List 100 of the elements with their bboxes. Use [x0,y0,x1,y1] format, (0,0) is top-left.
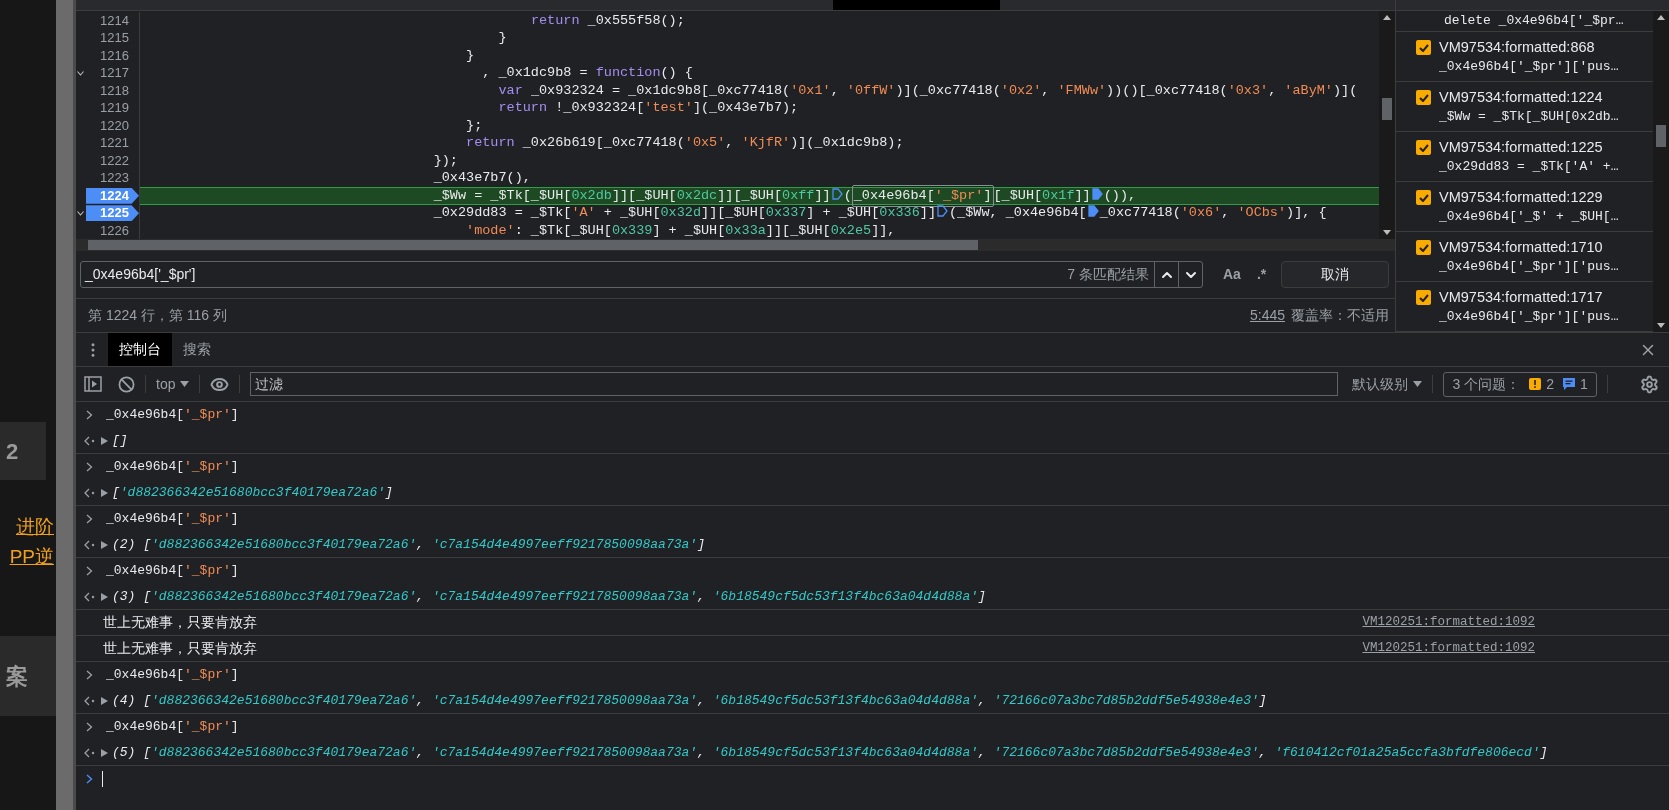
expand-triangle-icon[interactable] [101,436,108,445]
scroll-up-arrow-icon[interactable] [1383,15,1391,20]
line-number[interactable]: 1214 [85,12,139,29]
line-number[interactable]: 1218 [85,82,139,99]
line-number[interactable]: 1215 [85,30,139,47]
breakpoint-checkbox[interactable] [1416,140,1431,155]
vertical-scrollbar[interactable] [1653,11,1669,332]
console-log-message: 世上无难事，只要肯放弃 [103,613,257,632]
line-number[interactable]: 1221 [85,135,139,152]
coverage-status: 覆盖率：不适用 [1291,306,1389,325]
line-number[interactable]: 1219 [85,100,139,117]
regex-toggle[interactable]: .* [1256,264,1267,285]
scroll-thumb[interactable] [1656,125,1666,147]
settings-icon[interactable] [1640,374,1659,394]
chevron-right-icon [86,566,93,576]
console-result: [] [112,431,128,450]
console-result: (5) ['d882366342e51680bcc3f40179ea72a6', 'c7a154d4e4997eeff9217850098aa73a', '6b18549cf5dc53f13f4bc63a04d4d88a', '72166c07a3bc7d85b2ddf5e54938e4e3', 'f610412cf01a25a5ccfa3bfdfe806ecd'] [112,743,1548,762]
line-number[interactable]: 1222 [85,152,139,169]
breakpoint-location[interactable]: VM97534:formatted:868 [1439,37,1619,57]
code-text: var _0x932324 = _0x1dc9b8[_0xc77418('0x1', '0ffW')](_0xc77418('0x2', 'FMWw'))()[_0xc77418('0x3', 'aByM')]( [498,81,1358,100]
scroll-down-arrow-icon[interactable] [1657,323,1665,328]
scroll-up-arrow-icon[interactable] [1657,15,1665,20]
breakpoint-location[interactable]: VM97534:formatted:1717 [1439,287,1619,307]
inline-breakpoint-icon[interactable] [1091,187,1103,200]
horizontal-scrollbar[interactable] [76,239,1395,251]
console-result: (3) ['d882366342e51680bcc3f40179ea72a6', 'c7a154d4e4997eeff9217850098aa73a', '6b18549cf5dc53f13f4bc63a04d4d88a'] [112,587,986,606]
scroll-thumb[interactable] [1382,98,1392,120]
breakpoint-code: _0x29dd83 = _$Tk['A' +… [1439,158,1619,176]
line-number[interactable]: 1216 [85,47,139,64]
expand-triangle-icon[interactable] [101,748,108,757]
return-arrow-icon [84,747,95,758]
breakpoint-checkbox[interactable] [1416,290,1431,305]
line-number[interactable]: 1223 [85,170,139,187]
message-icon [1561,377,1576,391]
vertical-scrollbar[interactable] [1379,11,1395,239]
source-link[interactable]: 5:445 [1249,305,1285,326]
line-number[interactable]: 1220 [85,117,139,134]
return-arrow-icon [84,435,95,446]
breakpoint-checkbox[interactable] [1416,90,1431,105]
breakpoint-location[interactable]: VM97534:formatted:1224 [1439,87,1619,107]
chevron-right-icon [86,774,93,784]
breakpoint-code: _0x4e96b4['_$' + _$UH[… [1439,208,1619,226]
breakpoint-checkbox[interactable] [1416,190,1431,205]
cancel-button[interactable]: 取消 [1281,261,1389,288]
return-arrow-icon [84,539,95,550]
code-text: }; [466,116,483,135]
chevron-right-icon [86,722,93,732]
line-number[interactable]: 1224 [85,187,139,204]
console-command-text: _0x4e96b4['_$pr'] [106,718,239,737]
clear-console-icon[interactable] [118,375,135,393]
line-number[interactable]: 1226 [85,222,139,239]
source-link[interactable]: VM120251:formatted:1092 [1362,639,1535,658]
console-command-text: _0x4e96b4['_$pr'] [106,562,239,581]
page-scrollbar[interactable] [56,0,76,810]
match-count: 7 条匹配结果 [1067,265,1150,284]
code-text: return _0x555f58(); [530,11,685,30]
breakpoint-location[interactable]: VM97534:formatted:1710 [1439,237,1619,257]
page-tile[interactable]: 案 [0,636,56,716]
return-arrow-icon [84,591,95,602]
log-level-selector[interactable]: 默认级别 [1352,373,1423,395]
page-link[interactable]: 进阶 [16,512,56,542]
source-link[interactable]: VM120251:formatted:1092 [1362,613,1535,632]
line-number[interactable]: 1217 [85,65,139,82]
page-tile[interactable]: 2 [0,422,46,480]
search-field[interactable]: _0x4e96b4['_$pr'] 7 条匹配结果 [80,261,1203,288]
caret-icon [1413,381,1423,387]
issues-button[interactable]: 3 个问题： 2 1 [1443,371,1597,397]
code-text: _0x43e7b7(), [433,169,531,188]
chevron-right-icon [86,462,93,472]
code-text: } [498,29,507,48]
page-link[interactable]: PP逆 [9,542,56,572]
context-selector[interactable]: top [156,373,190,395]
expand-triangle-icon[interactable] [101,592,108,601]
expand-triangle-icon[interactable] [101,488,108,497]
caret-icon [180,381,190,387]
code-text: [_$UH[0x1f]] [993,186,1091,205]
code-text: return !_0x932324['test'](_0x43e7b7); [498,99,799,118]
sidebar-toggle-icon[interactable] [84,376,102,392]
inline-breakpoint-icon[interactable] [1087,205,1099,218]
filter-field[interactable]: 过滤 [250,372,1339,396]
console-log-message: 世上无难事，只要肯放弃 [103,639,257,658]
cursor-position: 第 1224 行，第 116 列 [88,306,228,325]
line-number[interactable]: 1225 [85,205,139,222]
expand-triangle-icon[interactable] [101,540,108,549]
console-command-text: _0x4e96b4['_$pr'] [106,406,239,425]
breakpoint-location[interactable]: VM97534:formatted:1229 [1439,187,1619,207]
breakpoint-code: _0x4e96b4['_$pr']['pus… [1439,258,1619,276]
breakpoint-checkbox[interactable] [1416,240,1431,255]
warning-icon [1528,377,1543,391]
return-arrow-icon [84,487,95,498]
match-case-toggle[interactable]: Aa [1223,264,1241,285]
drawer-tab[interactable]: 控制台 [108,333,172,366]
inline-breakpoint-icon[interactable] [831,187,843,200]
breakpoint-checkbox[interactable] [1416,40,1431,55]
scroll-down-arrow-icon[interactable] [1383,230,1391,235]
expand-triangle-icon[interactable] [101,696,108,705]
breakpoint-location[interactable]: VM97534:formatted:1225 [1439,137,1619,157]
drawer-tab[interactable]: 搜索 [172,333,222,366]
console-command-text: _0x4e96b4['_$pr'] [106,510,239,529]
inline-breakpoint-icon[interactable] [937,205,948,218]
